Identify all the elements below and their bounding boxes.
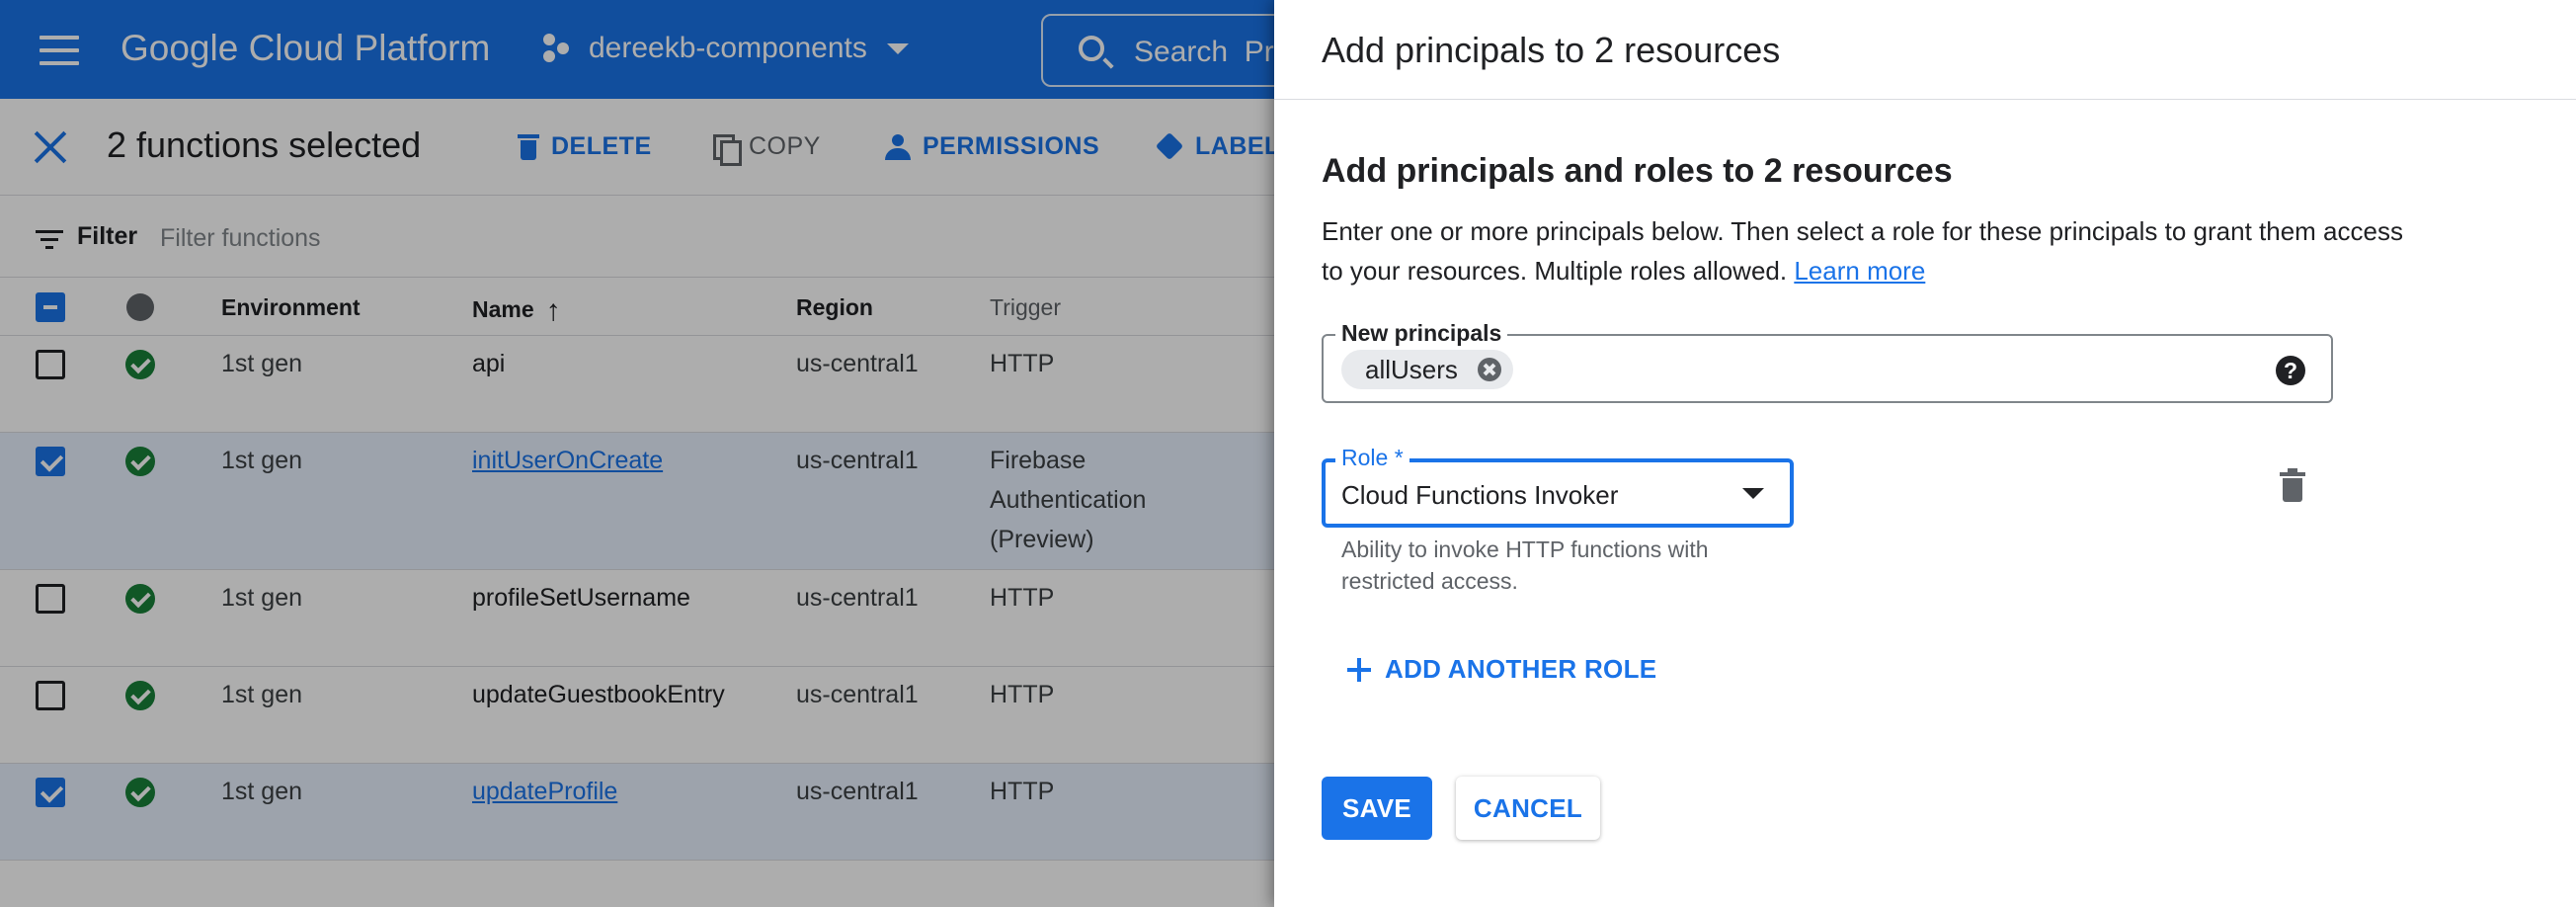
add-principals-panel: Add principals to 2 resources Add princi… [1274, 0, 2576, 907]
add-another-role-button[interactable]: ADD ANOTHER ROLE [1347, 654, 1656, 685]
principal-chip-label: allUsers [1365, 355, 1458, 384]
principal-chip: allUsers [1341, 350, 1513, 389]
chevron-down-icon [1742, 488, 1764, 499]
role-selected-value: Cloud Functions Invoker [1341, 480, 1619, 510]
add-another-role-label: ADD ANOTHER ROLE [1385, 654, 1657, 684]
cancel-button[interactable]: CANCEL [1456, 777, 1600, 840]
learn-more-link[interactable]: Learn more [1794, 256, 1925, 286]
modal-scrim[interactable] [0, 0, 1274, 907]
role-label: Role * [1335, 445, 1409, 471]
delete-role-icon[interactable] [2280, 468, 2305, 502]
section-title: Add principals and roles to 2 resources [1322, 152, 1953, 190]
help-icon[interactable]: ? [2276, 356, 2305, 385]
panel-header: Add principals to 2 resources [1274, 0, 2576, 100]
role-help-text: Ability to invoke HTTP functions with re… [1341, 536, 1709, 594]
new-principals-field[interactable]: New principals allUsers ? [1322, 320, 2333, 403]
panel-description: Enter one or more principals below. Then… [1322, 211, 2408, 290]
role-select[interactable]: Role * Cloud Functions Invoker [1322, 445, 1794, 528]
panel-title: Add principals to 2 resources [1322, 30, 1781, 70]
save-button[interactable]: SAVE [1322, 777, 1432, 840]
plus-icon [1347, 657, 1371, 682]
remove-chip-icon[interactable] [1477, 358, 1501, 381]
new-principals-label: New principals [1335, 320, 1508, 347]
